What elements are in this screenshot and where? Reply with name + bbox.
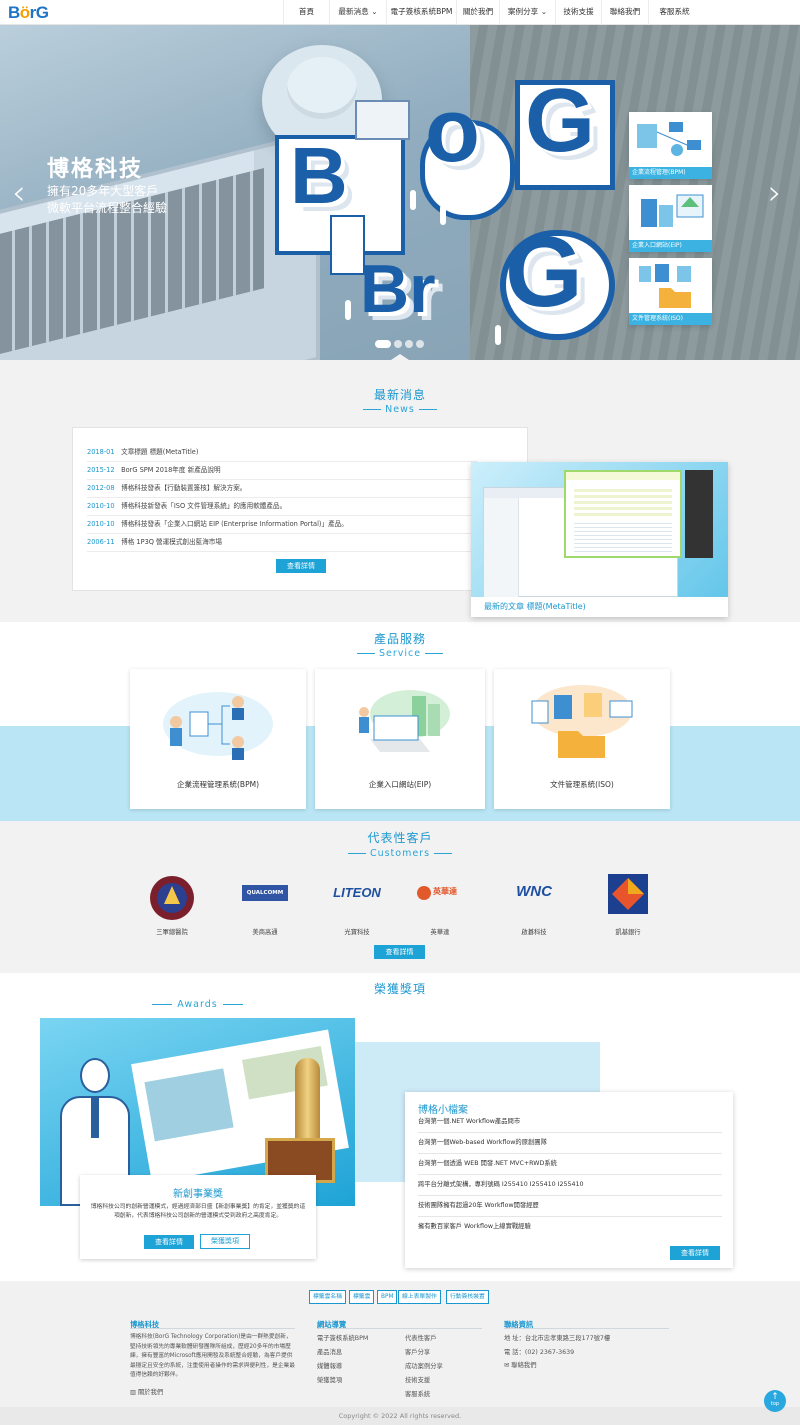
- contact-address: 地 址：台北市忠孝東路三段177號7樓: [504, 1335, 611, 1342]
- product-card-eip[interactable]: 企業入口網站(EIP): [315, 669, 485, 809]
- trophy-icon: [295, 1058, 320, 1143]
- tag-cloud-item[interactable]: 標籤雲: [349, 1290, 375, 1304]
- customer-item[interactable]: 三軍總醫院: [137, 874, 207, 936]
- hero-title: 博格科技: [47, 157, 144, 182]
- awards-subtitle: Awards: [177, 999, 218, 1010]
- service-title: 產品服務: [373, 632, 426, 646]
- liteon-logo-icon: LITEON: [333, 885, 381, 900]
- portal-illustration-icon: [359, 690, 450, 752]
- news-title: 最新消息: [373, 388, 426, 402]
- hero-card-iso[interactable]: 文件管理系統(ISO): [629, 258, 712, 325]
- nav-item-support[interactable]: 技術支援: [555, 0, 601, 25]
- awards-title: 榮獲獎項: [373, 982, 426, 996]
- hero-subtitle: 擁有20多年大型客戶 微軟平台流程整合經驗: [47, 184, 168, 215]
- form-screenshot-image: [564, 470, 682, 558]
- tag-cloud-item[interactable]: BPM: [377, 1290, 398, 1304]
- inventec-logo-icon: [417, 886, 431, 900]
- document-illustration-icon: [531, 685, 633, 758]
- sitemap-link[interactable]: 產品消息: [317, 1347, 342, 1356]
- tag-cloud-item[interactable]: 線上表單製作: [398, 1290, 441, 1304]
- news-list: 2018-01 文章標題 標題(MetaTitle) 2015-12 BorG …: [72, 427, 528, 591]
- chevron-left-icon[interactable]: ‹: [12, 173, 26, 213]
- news-item[interactable]: 2018-01 文章標題 標題(MetaTitle): [87, 444, 477, 462]
- news-more-button[interactable]: 查看詳情: [276, 559, 326, 573]
- award-card-title: 新創事業獎: [173, 1189, 223, 1200]
- company-profile-card: 博格小檔案 台灣第一個.NET Workflow產品問市 台灣第一個Web-ba…: [405, 1092, 733, 1268]
- sitemap-link[interactable]: 技術支援: [405, 1375, 430, 1384]
- main-nav: 首頁 最新消息 ⌄ 電子簽核系統BPM 關於我們 案例分享 ⌄ 技術支援 聯絡我…: [283, 0, 700, 25]
- nav-item-home[interactable]: 首頁: [283, 0, 329, 25]
- site-header: BörG 首頁 最新消息 ⌄ 電子簽核系統BPM 關於我們 案例分享 ⌄ 技術支…: [0, 0, 800, 25]
- slide-dot[interactable]: [394, 340, 402, 348]
- chevron-right-icon[interactable]: ›: [768, 173, 782, 213]
- profile-item: 技術團隊擁有超過20年 Workflow開發經歷: [418, 1196, 722, 1217]
- profile-item: 台灣第一個.NET Workflow產品問市: [418, 1112, 722, 1133]
- award-card: 新創事業獎 博格科技公司的創新營運模式，經過經濟部日盛【新創事業獎】的肯定，並獲…: [80, 1175, 316, 1259]
- news-item[interactable]: 2010-10 博格科技發表「企業入口網站 EIP (Enterprise In…: [87, 516, 477, 534]
- nav-item-bpm[interactable]: 電子簽核系統BPM: [386, 0, 456, 25]
- slide-dot[interactable]: [405, 340, 413, 348]
- slide-dot[interactable]: [416, 340, 424, 348]
- profile-item: 跨平台分離式架構，專利號碼 I255410 I255410 I255410: [418, 1175, 722, 1196]
- nav-item-cases[interactable]: 案例分享 ⌄: [499, 0, 555, 25]
- org-chart-icon: [637, 122, 701, 156]
- tag-cloud-item[interactable]: 標籤雲名稱: [309, 1290, 346, 1304]
- service-subtitle: Service: [0, 648, 800, 659]
- back-to-top-button[interactable]: ↑ top: [764, 1390, 786, 1412]
- chevron-down-icon: ⌄: [371, 7, 378, 16]
- hero-card-eip[interactable]: 企業入口網站(EIP): [629, 185, 712, 252]
- news-item[interactable]: 2012-08 博格科技發表【行動裝置簽核】解決方案。: [87, 480, 477, 498]
- footer-about-link[interactable]: ▥ 關於我們: [130, 1387, 163, 1396]
- slide-indicators: [375, 340, 424, 348]
- borg-logo[interactable]: BörG: [8, 3, 49, 23]
- building-icon: [641, 194, 704, 227]
- copyright: Copyright © 2022 All rights reserved.: [0, 1407, 800, 1425]
- tri-service-hospital-logo-icon: [150, 876, 194, 920]
- folder-icon: [639, 264, 691, 308]
- award-more-button[interactable]: 查看詳情: [144, 1235, 194, 1249]
- contact-phone: 電 話：(02) 2367-3639: [504, 1349, 575, 1356]
- sitemap-link[interactable]: 客服系統: [405, 1389, 430, 1398]
- profile-item: 擁有數百家客戶 Workflow上線實戰經驗: [418, 1223, 531, 1230]
- profile-item: 台灣第一個透過 WEB 開發.NET MVC+RWD系統: [418, 1154, 722, 1175]
- featured-news-card[interactable]: 最新的文章 標題(MetaTitle): [471, 462, 728, 617]
- news-item[interactable]: 2006-11 博格 1P3Q 營運模式創出藍海市場: [87, 534, 477, 552]
- customers-more-button[interactable]: 查看詳情: [374, 945, 425, 959]
- nav-item-service[interactable]: 客服系統: [648, 0, 700, 25]
- profile-item: 台灣第一個Web-based Workflow的原創團隊: [418, 1133, 722, 1154]
- chart-icon: ▥: [130, 1389, 136, 1396]
- news-subtitle: News: [0, 404, 800, 415]
- qualcomm-logo-icon: QUALCOMM: [242, 885, 288, 901]
- news-item[interactable]: 2010-10 博格科技新發表「ISO 文件管理系統」的應用軟體產品。: [87, 498, 477, 516]
- news-item[interactable]: 2015-12 BorG SPM 2018年度 新產品說明: [87, 462, 477, 480]
- sitemap-link[interactable]: 成功案例分享: [405, 1361, 443, 1370]
- profile-more-button[interactable]: 查看詳情: [670, 1246, 720, 1260]
- product-card-bpm[interactable]: 企業流程管理系統(BPM): [130, 669, 306, 809]
- tag-cloud-item[interactable]: 行動簽核裝置: [446, 1290, 489, 1304]
- nav-item-about[interactable]: 關於我們: [456, 0, 499, 25]
- product-card-iso[interactable]: 文件管理系統(ISO): [494, 669, 670, 809]
- mail-icon: ✉: [504, 1362, 510, 1369]
- kgi-bank-logo-icon: [608, 874, 648, 914]
- sitemap-link[interactable]: 榮獲獎項: [317, 1375, 342, 1384]
- featured-news-caption: 最新的文章 標題(MetaTitle): [471, 597, 728, 617]
- sitemap-link[interactable]: 媒體報導: [317, 1361, 342, 1370]
- hero-card-bpm[interactable]: 企業流程管理(BPM): [629, 112, 712, 179]
- nav-item-news[interactable]: 最新消息 ⌄: [329, 0, 386, 25]
- customers-title: 代表性客戶: [367, 831, 433, 845]
- sitemap-link[interactable]: 電子簽核系統BPM: [317, 1333, 368, 1342]
- hero-banner: B o G Br G 博格科技 擁有20多年大型客戶 微軟平台流程整合經驗 ‹ ›…: [0, 25, 800, 360]
- award-card-text: 博格科技公司的創新營運模式，經過經濟部日盛【新創事業獎】的肯定，並獲獎的這項創新…: [90, 1204, 306, 1219]
- chevron-down-icon: ⌄: [540, 7, 548, 16]
- contact-link[interactable]: ✉ 聯絡我們: [504, 1360, 536, 1369]
- wnc-logo-icon: WNC: [516, 883, 552, 900]
- footer-about-text: 博格科技(BorG Technology Corporation)是由一群熱愛創…: [130, 1334, 295, 1378]
- slide-dot[interactable]: [375, 340, 391, 348]
- customers-subtitle: Customers: [0, 848, 800, 859]
- sitemap-link[interactable]: 代表性客戶: [405, 1333, 436, 1342]
- awards-list-button[interactable]: 榮獲獎項: [200, 1234, 250, 1249]
- workflow-illustration-icon: [163, 692, 273, 760]
- nav-item-contact[interactable]: 聯絡我們: [601, 0, 648, 25]
- sitemap-link[interactable]: 客戶分享: [405, 1347, 430, 1356]
